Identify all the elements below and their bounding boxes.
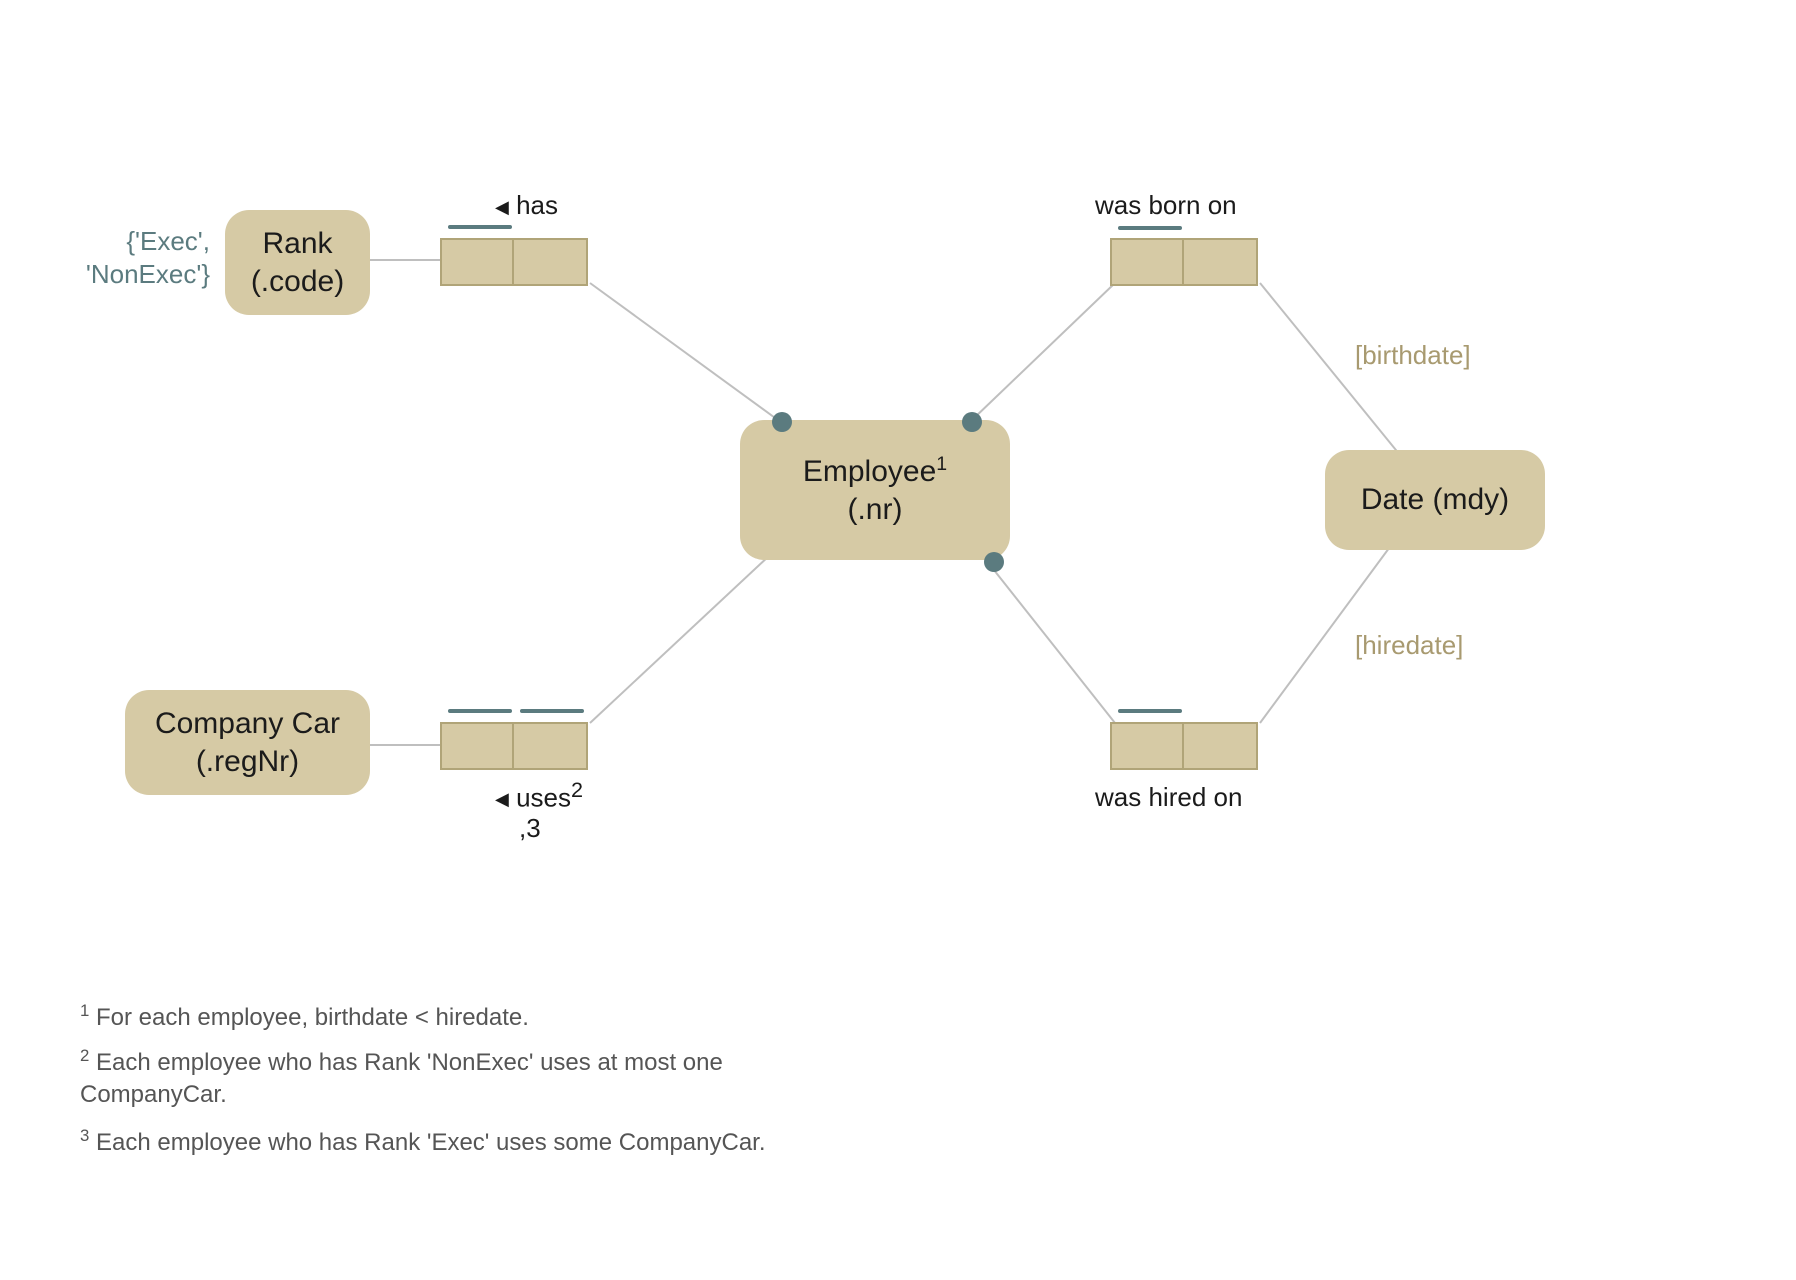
entity-date-name: Date (mdy): [1361, 481, 1509, 519]
role-has-rank: [442, 240, 514, 284]
role-has-employee: [514, 240, 586, 284]
entity-rank-name: Rank: [251, 225, 344, 263]
rank-value-constraint: {'Exec', 'NonExec'}: [70, 225, 210, 290]
value-exec: {'Exec',: [70, 225, 210, 258]
role-uses-employee: [514, 724, 586, 768]
uniqueness-born: [1118, 226, 1182, 230]
footnote-3: 3 Each employee who has Rank 'Exec' uses…: [80, 1125, 766, 1159]
footnote-2: 2 Each employee who has Rank 'NonExec' u…: [80, 1045, 723, 1112]
mandatory-dot-hired: [984, 552, 1004, 572]
predicate-has: ◀ has: [495, 190, 558, 221]
entity-company-ref: (.regNr): [155, 743, 340, 781]
role-uses-car: [442, 724, 514, 768]
mandatory-dot-born: [962, 412, 982, 432]
reading-arrow-icon: ◀: [495, 197, 509, 218]
reading-arrow-icon: ◀: [495, 789, 509, 810]
entity-rank-ref: (.code): [251, 263, 344, 301]
fact-hired: [1110, 722, 1258, 770]
entity-rank: Rank (.code): [225, 210, 370, 315]
uniqueness-has: [448, 225, 512, 229]
role-born-date: [1184, 240, 1256, 284]
orm-diagram: {'Exec', 'NonExec'} Rank (.code) Company…: [0, 0, 1796, 1280]
entity-date: Date (mdy): [1325, 450, 1545, 550]
uniqueness-hired: [1118, 709, 1182, 713]
entity-employee: Employee1 (.nr): [740, 420, 1010, 560]
role-hired-date: [1184, 724, 1256, 768]
predicate-hired: was hired on: [1095, 782, 1242, 813]
entity-company-car: Company Car (.regNr): [125, 690, 370, 795]
value-nonexec: 'NonExec'}: [70, 258, 210, 291]
role-born-employee: [1112, 240, 1184, 284]
role-name-birthdate: [birthdate]: [1355, 340, 1471, 371]
predicate-born: was born on: [1095, 190, 1237, 221]
fact-uses: [440, 722, 588, 770]
entity-company-name: Company Car: [155, 705, 340, 743]
entity-employee-name: Employee1: [803, 452, 947, 491]
footnote-1: 1 For each employee, birthdate < hiredat…: [80, 1000, 529, 1034]
entity-employee-ref: (.nr): [803, 491, 947, 529]
role-name-hiredate: [hiredate]: [1355, 630, 1463, 661]
mandatory-dot-has: [772, 412, 792, 432]
fact-has: [440, 238, 588, 286]
uniqueness-uses-left: [448, 709, 512, 713]
role-hired-employee: [1112, 724, 1184, 768]
fact-born: [1110, 238, 1258, 286]
uniqueness-uses-right: [520, 709, 584, 713]
predicate-uses: ◀ uses2 ,3: [495, 778, 583, 843]
